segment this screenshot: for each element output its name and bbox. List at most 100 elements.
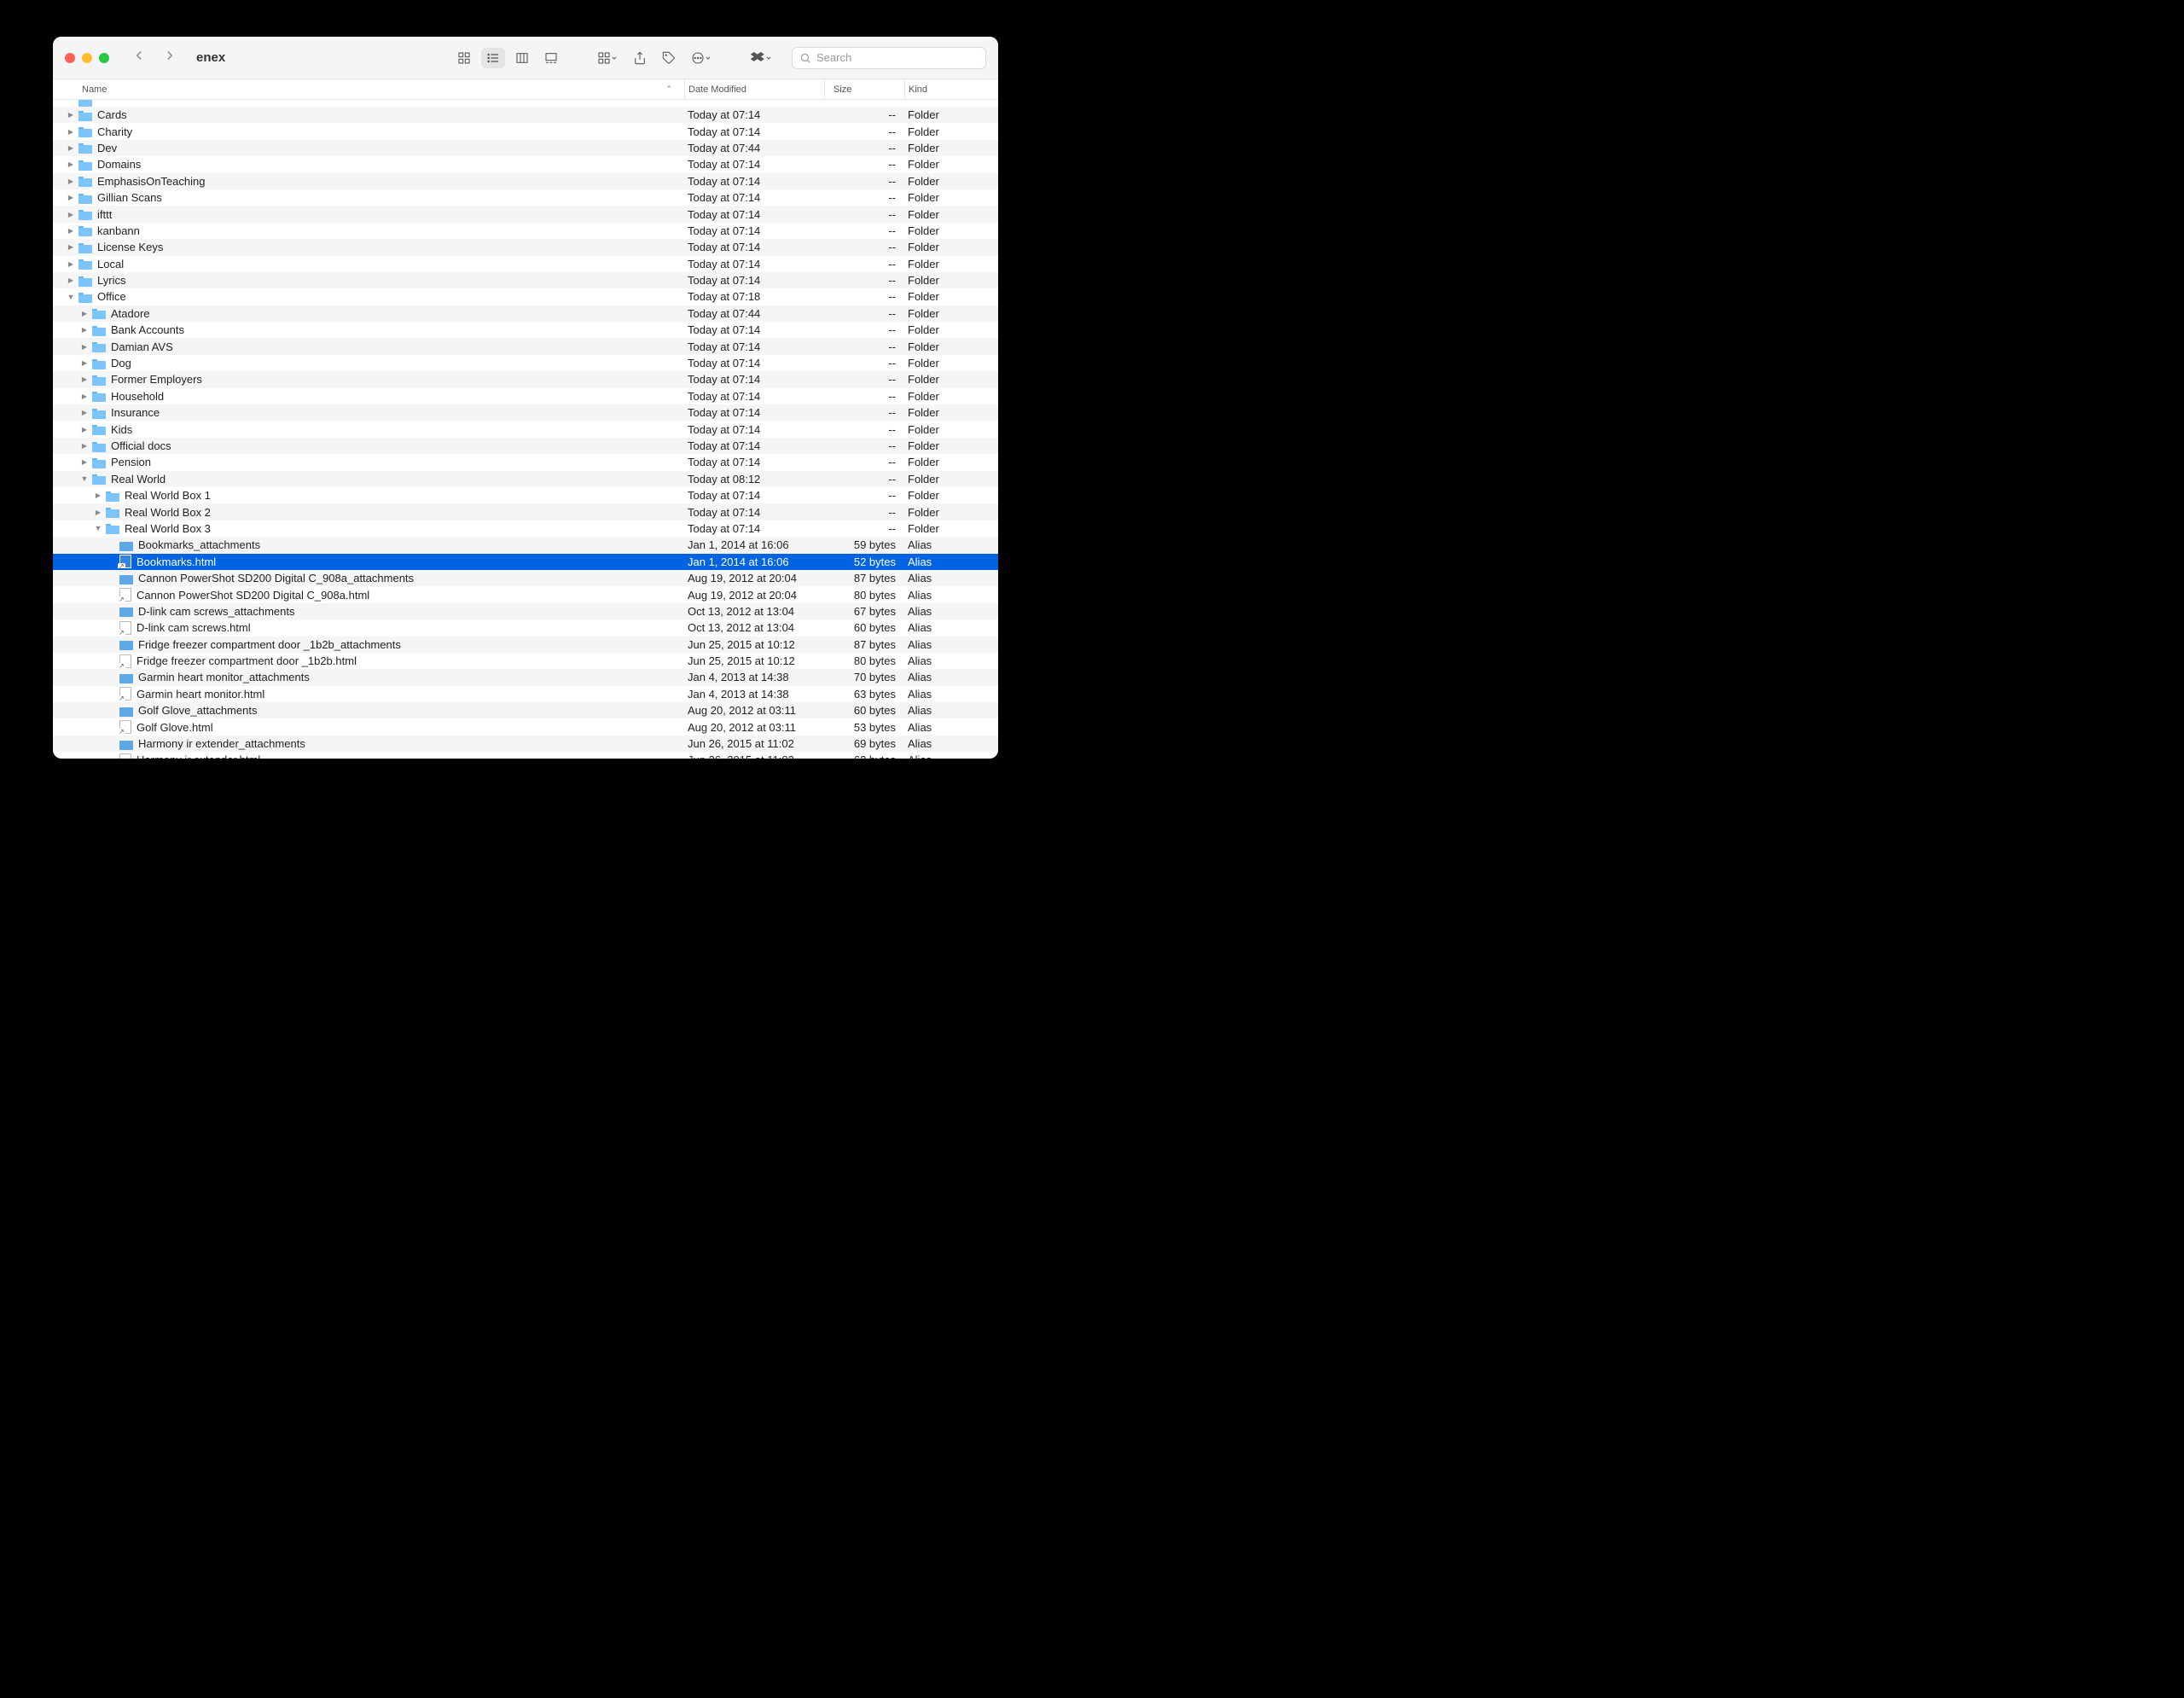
file-row[interactable]: ▶Former EmployersToday at 07:14--Folder <box>53 371 998 387</box>
file-row[interactable]: ▶Official docsToday at 07:14--Folder <box>53 438 998 454</box>
share-button[interactable] <box>628 48 652 68</box>
file-row[interactable]: ▶PensionToday at 07:14--Folder <box>53 454 998 470</box>
file-row[interactable]: ▼Real World Box 3Today at 07:14--Folder <box>53 520 998 537</box>
file-row[interactable]: D-link cam screws.htmlOct 13, 2012 at 13… <box>53 619 998 636</box>
file-row[interactable] <box>53 100 998 107</box>
close-button[interactable] <box>65 53 75 63</box>
tags-button[interactable] <box>657 48 681 68</box>
file-row[interactable]: ▶HouseholdToday at 07:14--Folder <box>53 388 998 404</box>
file-row[interactable]: ▶DevToday at 07:44--Folder <box>53 140 998 156</box>
file-date: Today at 07:14 <box>684 406 824 419</box>
forward-button[interactable] <box>162 48 177 67</box>
file-row[interactable]: ▶kanbannToday at 07:14--Folder <box>53 223 998 239</box>
file-date: Jun 26, 2015 at 11:02 <box>684 753 824 759</box>
file-row[interactable]: ▶Real World Box 1Today at 07:14--Folder <box>53 487 998 503</box>
disclosure-triangle[interactable]: ▼ <box>94 524 102 532</box>
disclosure-triangle[interactable]: ▶ <box>80 326 89 334</box>
file-row[interactable]: Cannon PowerShot SD200 Digital C_908a.ht… <box>53 586 998 602</box>
file-row[interactable]: D-link cam screws_attachmentsOct 13, 201… <box>53 603 998 619</box>
column-header-date[interactable]: Date Modified <box>684 79 824 99</box>
file-size: -- <box>824 439 904 452</box>
column-view-button[interactable] <box>510 48 534 68</box>
file-kind: Alias <box>904 621 998 634</box>
file-row[interactable]: ▶Real World Box 2Today at 07:14--Folder <box>53 503 998 520</box>
file-name: Household <box>111 390 164 403</box>
disclosure-triangle[interactable]: ▶ <box>94 509 102 516</box>
file-row[interactable]: ▶CharityToday at 07:14--Folder <box>53 123 998 139</box>
file-row[interactable]: ▶DogToday at 07:14--Folder <box>53 355 998 371</box>
disclosure-triangle[interactable]: ▶ <box>80 426 89 433</box>
disclosure-triangle[interactable]: ▶ <box>67 144 75 152</box>
file-row[interactable]: Garmin heart monitor_attachmentsJan 4, 2… <box>53 669 998 685</box>
file-row[interactable]: Harmony ir extender_attachmentsJun 26, 2… <box>53 736 998 752</box>
disclosure-triangle[interactable]: ▶ <box>80 393 89 400</box>
file-row[interactable]: ▶LocalToday at 07:14--Folder <box>53 256 998 272</box>
disclosure-triangle[interactable]: ▶ <box>67 194 75 201</box>
list-view-button[interactable] <box>481 48 505 68</box>
disclosure-triangle[interactable]: ▶ <box>67 211 75 218</box>
gallery-view-button[interactable] <box>539 48 563 68</box>
file-row[interactable]: ▼Real WorldToday at 08:12--Folder <box>53 471 998 487</box>
file-name: Golf Glove.html <box>136 721 213 734</box>
disclosure-triangle[interactable]: ▼ <box>80 474 89 483</box>
file-row[interactable]: ▶InsuranceToday at 07:14--Folder <box>53 404 998 421</box>
file-row[interactable]: ▶iftttToday at 07:14--Folder <box>53 206 998 222</box>
column-header-kind[interactable]: Kind <box>904 79 998 99</box>
search-field[interactable]: Search <box>792 47 986 69</box>
file-name: D-link cam screws_attachments <box>138 605 295 618</box>
file-row[interactable]: Golf Glove.htmlAug 20, 2012 at 03:1153 b… <box>53 718 998 735</box>
zoom-button[interactable] <box>99 53 109 63</box>
file-row[interactable]: Fridge freezer compartment door _1b2b.ht… <box>53 653 998 669</box>
disclosure-triangle[interactable]: ▶ <box>67 243 75 251</box>
disclosure-triangle[interactable]: ▼ <box>67 293 75 301</box>
file-row[interactable]: Golf Glove_attachmentsAug 20, 2012 at 03… <box>53 702 998 718</box>
file-row[interactable]: Bookmarks.htmlJan 1, 2014 at 16:0652 byt… <box>53 554 998 570</box>
disclosure-triangle[interactable]: ▶ <box>67 276 75 284</box>
file-row[interactable]: Fridge freezer compartment door _1b2b_at… <box>53 637 998 653</box>
disclosure-triangle[interactable]: ▶ <box>80 310 89 317</box>
file-kind: Folder <box>904 506 998 519</box>
disclosure-triangle[interactable]: ▶ <box>80 359 89 367</box>
column-header-size[interactable]: Size <box>824 79 904 99</box>
file-date: Today at 08:12 <box>684 473 824 486</box>
file-icon <box>119 720 131 734</box>
disclosure-triangle[interactable]: ▶ <box>80 375 89 383</box>
file-row[interactable]: Cannon PowerShot SD200 Digital C_908a_at… <box>53 570 998 586</box>
file-row[interactable]: ▶License KeysToday at 07:14--Folder <box>53 239 998 255</box>
file-row[interactable]: ▶Bank AccountsToday at 07:14--Folder <box>53 322 998 338</box>
file-row[interactable]: ▶LyricsToday at 07:14--Folder <box>53 272 998 288</box>
disclosure-triangle[interactable]: ▶ <box>67 160 75 168</box>
dropbox-button[interactable] <box>746 48 776 68</box>
disclosure-triangle[interactable]: ▶ <box>67 128 75 136</box>
file-row[interactable]: ▶KidsToday at 07:14--Folder <box>53 421 998 437</box>
file-row[interactable]: Garmin heart monitor.htmlJan 4, 2013 at … <box>53 686 998 702</box>
disclosure-triangle[interactable]: ▶ <box>80 343 89 351</box>
file-row[interactable]: ▶AtadoreToday at 07:44--Folder <box>53 305 998 322</box>
group-button[interactable] <box>592 48 623 68</box>
minimize-button[interactable] <box>82 53 92 63</box>
file-row[interactable]: Bookmarks_attachmentsJan 1, 2014 at 16:0… <box>53 537 998 553</box>
file-row[interactable]: ▶Damian AVSToday at 07:14--Folder <box>53 338 998 354</box>
disclosure-triangle[interactable]: ▶ <box>67 111 75 119</box>
disclosure-triangle[interactable]: ▶ <box>94 491 102 499</box>
file-row[interactable]: ▶Gillian ScansToday at 07:14--Folder <box>53 189 998 206</box>
file-row[interactable]: ▶CardsToday at 07:14--Folder <box>53 107 998 123</box>
disclosure-triangle[interactable]: ▶ <box>67 260 75 268</box>
column-header-name[interactable]: Name ⌃ <box>53 84 684 95</box>
disclosure-triangle[interactable]: ▶ <box>80 409 89 416</box>
disclosure-triangle[interactable]: ▶ <box>80 442 89 450</box>
file-row[interactable]: ▼OfficeToday at 07:18--Folder <box>53 288 998 305</box>
action-button[interactable] <box>686 48 717 68</box>
file-list[interactable]: ▶CardsToday at 07:14--Folder▶CharityToda… <box>53 100 998 759</box>
disclosure-triangle[interactable]: ▶ <box>67 177 75 185</box>
file-row[interactable]: Harmony ir extender.htmlJun 26, 2015 at … <box>53 752 998 759</box>
file-row[interactable]: ▶DomainsToday at 07:14--Folder <box>53 156 998 172</box>
disclosure-triangle[interactable]: ▶ <box>80 458 89 466</box>
file-kind: Folder <box>904 158 998 171</box>
file-date: Today at 07:14 <box>684 224 824 237</box>
file-date: Today at 07:44 <box>684 142 824 154</box>
icon-view-button[interactable] <box>452 48 476 68</box>
disclosure-triangle[interactable]: ▶ <box>67 227 75 235</box>
back-button[interactable] <box>131 48 147 67</box>
file-row[interactable]: ▶EmphasisOnTeachingToday at 07:14--Folde… <box>53 173 998 189</box>
